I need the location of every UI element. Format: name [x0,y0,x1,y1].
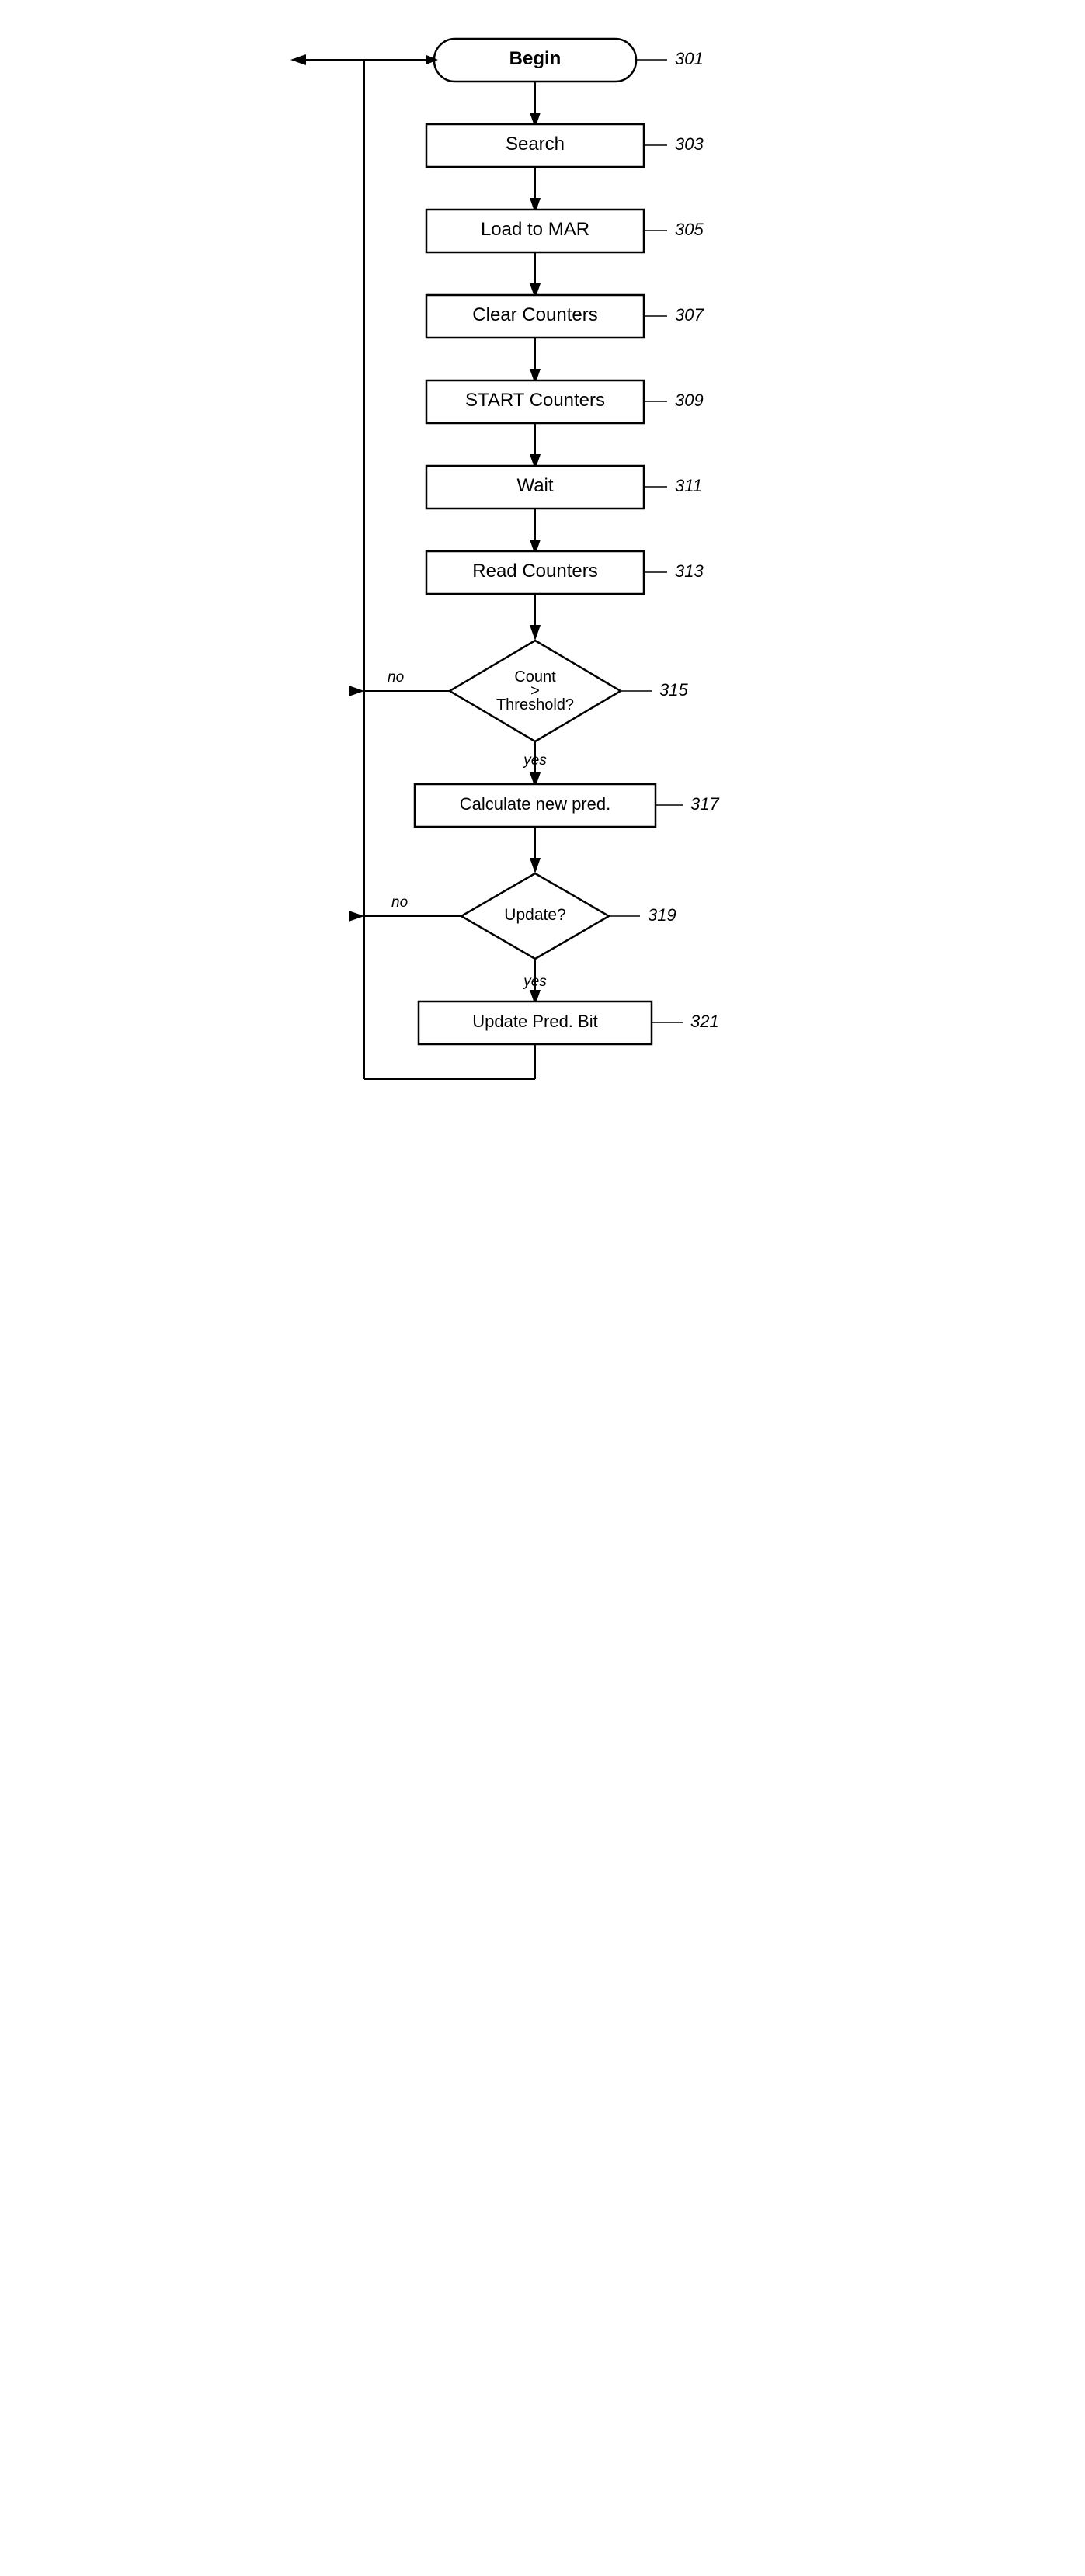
wait-label: Wait [516,475,553,496]
read-counters-label: Read Counters [472,561,597,582]
load-to-mar-ref: 305 [675,220,704,239]
start-counters-ref: 309 [675,391,704,410]
start-counters-label: START Counters [464,390,604,411]
update-pred-bit-ref: 321 [690,1012,719,1031]
clear-counters-ref: 307 [675,305,704,325]
update-label: Update? [504,906,565,924]
wait-ref: 311 [675,476,702,495]
load-to-mar-label: Load to MAR [480,219,589,240]
calculate-new-pred-label: Calculate new pred. [459,794,610,814]
clear-counters-label: Clear Counters [472,304,597,325]
update-pred-bit-label: Update Pred. Bit [472,1012,597,1031]
begin-label: Begin [509,48,561,69]
search-ref: 303 [675,134,704,154]
search-label: Search [505,134,564,154]
flowchart: Begin 301 Search 303 Load to MAR 305 Cle… [271,16,815,2504]
begin-ref: 301 [675,49,704,68]
read-counters-ref: 313 [675,561,704,581]
count-threshold-ref: 315 [659,680,688,700]
flowchart-svg: Begin 301 Search 303 Load to MAR 305 Cle… [271,16,815,2500]
no-label-1: no [388,669,404,686]
no-label-2: no [391,894,408,911]
calculate-new-pred-ref: 317 [690,794,719,814]
update-ref: 319 [648,905,676,925]
count-threshold-line3: Threshold? [496,696,573,713]
